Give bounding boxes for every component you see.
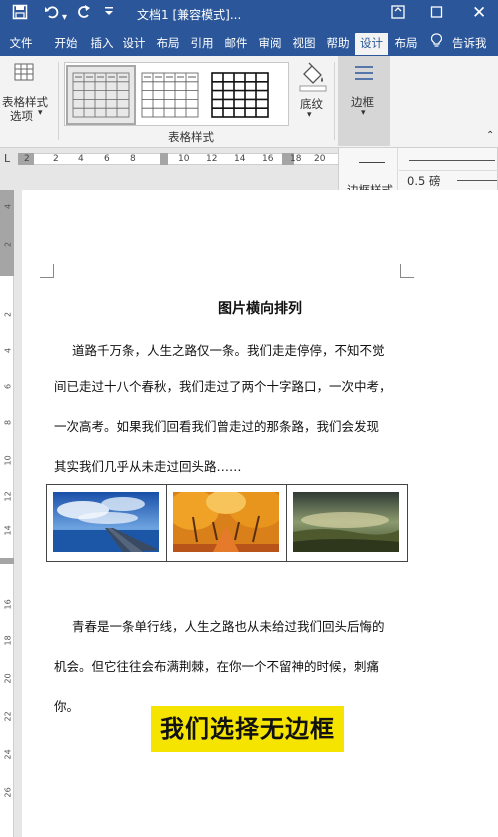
tab-mailings[interactable]: 邮件 [220,33,252,55]
table-cell[interactable] [287,485,407,561]
undo-icon[interactable] [44,4,60,25]
paragraph-line[interactable]: 间已走过十八个春秋，我们走过了两个十字路口，一次中考， [54,376,392,395]
table-cell[interactable] [47,485,167,561]
restore-icon[interactable] [430,4,444,24]
customize-qat-icon[interactable] [104,4,114,24]
border-styles-icon[interactable] [359,162,385,163]
table-cell[interactable] [167,485,287,561]
ruler-number: 26 [3,787,13,798]
pen-weight-value: 0.5 磅 [407,174,441,188]
ruler-number: 8 [3,419,13,426]
ruler-number: 6 [104,154,110,164]
image-table[interactable] [46,484,408,562]
tab-references[interactable]: 引用 [186,33,218,55]
shading-icon[interactable] [298,60,328,96]
ruler-number: 8 [130,154,136,164]
ruler-number: 20 [314,154,326,164]
vertical-ruler[interactable]: 4 2 2 4 6 8 10 12 14 16 18 20 22 24 26 [0,190,14,837]
tell-me-search[interactable]: 告诉我 [452,33,498,55]
redo-icon[interactable] [76,4,92,25]
ruler-number: 18 [290,154,302,164]
paragraph-line[interactable]: 一次高考。如果我们回看我们曾走过的那条路，我们会发现 [54,416,379,435]
paragraph-line[interactable]: 其实我们几乎从未走过回头路…… [54,456,242,475]
table-style-options-label-2[interactable]: 选项 [10,108,33,124]
group-separator [334,62,335,140]
table-style-grid-light[interactable] [137,67,203,123]
chevron-down-icon[interactable]: ▾ [38,108,43,118]
ruler-marker[interactable] [0,558,14,564]
ribbon-tabs: 文件 开始 插入 设计 布局 引用 邮件 审阅 视图 帮助 设计 布局 告诉我 [0,29,498,56]
ruler-number: 22 [3,711,13,722]
tab-design[interactable]: 设计 [118,33,150,55]
ruler-number: 2 [24,154,30,164]
tab-selector[interactable]: L [4,153,10,165]
column-marker[interactable] [160,153,168,165]
title-bar: ▾ 文档1 [兼容模式]... ✕ [0,0,498,29]
line-style-dropdown[interactable] [399,152,498,168]
lightbulb-icon[interactable] [428,33,444,55]
table-styles-gallery[interactable]: ▲ ▼ ≡ [64,62,349,126]
tab-table-design[interactable]: 设计 [355,33,388,55]
ruler-number: 10 [178,154,190,164]
paragraph-line[interactable]: 你。 [54,696,79,715]
ruler-number: 4 [78,154,84,164]
document-heading[interactable]: 图片横向排列 [22,298,498,318]
tab-view[interactable]: 视图 [288,33,320,55]
undo-dropdown-icon[interactable]: ▾ [62,8,67,28]
ruler-number: 16 [262,154,274,164]
save-icon[interactable] [12,4,28,25]
ruler-number: 16 [3,599,13,610]
line-style-sample [409,160,495,161]
ruler-number: 4 [3,203,13,210]
tab-layout[interactable]: 布局 [152,33,184,55]
tab-file[interactable]: 文件 [4,33,38,55]
crop-mark [40,264,54,278]
misty-landscape-image[interactable] [293,492,399,552]
document-title: 文档1 [兼容模式]... [137,8,242,22]
pier-sky-image[interactable] [53,492,159,552]
table-style-grid-dark[interactable] [207,67,273,123]
table-style-plain[interactable] [66,65,136,125]
ruler-number: 14 [234,154,246,164]
ruler-number: 2 [53,154,59,164]
ribbon-display-options-icon[interactable] [391,4,405,24]
chevron-down-icon: ▾ [361,108,366,118]
tab-insert[interactable]: 插入 [86,33,118,55]
ruler-number: 10 [3,455,13,466]
chevron-down-icon[interactable]: ▾ [307,110,312,120]
ribbon: 表格样式 选项 ▾ 表格样式 底纹 ▾ 边框 ▾ ⌃ [0,56,498,148]
horizontal-ruler[interactable]: L 2 2 4 6 8 10 12 14 16 18 20 [0,148,338,170]
paragraph-line[interactable]: 青春是一条单行线，人生之路也从未给过我们回头后悔的 [72,616,385,635]
ruler-number: 2 [3,311,13,318]
borders-button[interactable]: 边框 ▾ [338,56,390,146]
ruler-number: 4 [3,347,13,354]
ruler-number: 6 [3,383,13,390]
caption-text: 我们选择无边框 [160,715,335,743]
group-label-table-styles: 表格样式 [168,130,214,144]
ruler-number: 24 [3,749,13,760]
borders-icon [353,64,375,88]
tab-table-layout[interactable]: 布局 [390,33,422,55]
table-style-options-icon[interactable] [14,63,34,85]
ruler-number: 20 [3,673,13,684]
group-separator [58,62,59,140]
ruler-number: 14 [3,525,13,536]
tab-home[interactable]: 开始 [50,33,82,55]
pen-weight-dropdown[interactable]: 0.5 磅 [399,170,498,188]
caption-banner: 我们选择无边框 [151,706,344,752]
ruler-number: 12 [3,491,13,502]
tab-help[interactable]: 帮助 [322,33,354,55]
ruler-number: 2 [3,241,13,248]
paragraph-line[interactable]: 道路千万条，人生之路仅一条。我们走走停停，不知不觉 [72,340,385,359]
close-icon[interactable]: ✕ [472,3,486,23]
collapse-ribbon-icon[interactable]: ⌃ [486,130,494,141]
pen-weight-sample [457,180,497,181]
autumn-trees-image[interactable] [167,488,285,552]
ruler-number: 18 [3,635,13,646]
paragraph-line[interactable]: 机会。但它往往会布满荆棘，在你一个不留神的时候，刺痛 [54,656,379,675]
tab-review[interactable]: 审阅 [254,33,286,55]
ruler-number: 12 [206,154,218,164]
crop-mark [400,264,414,278]
